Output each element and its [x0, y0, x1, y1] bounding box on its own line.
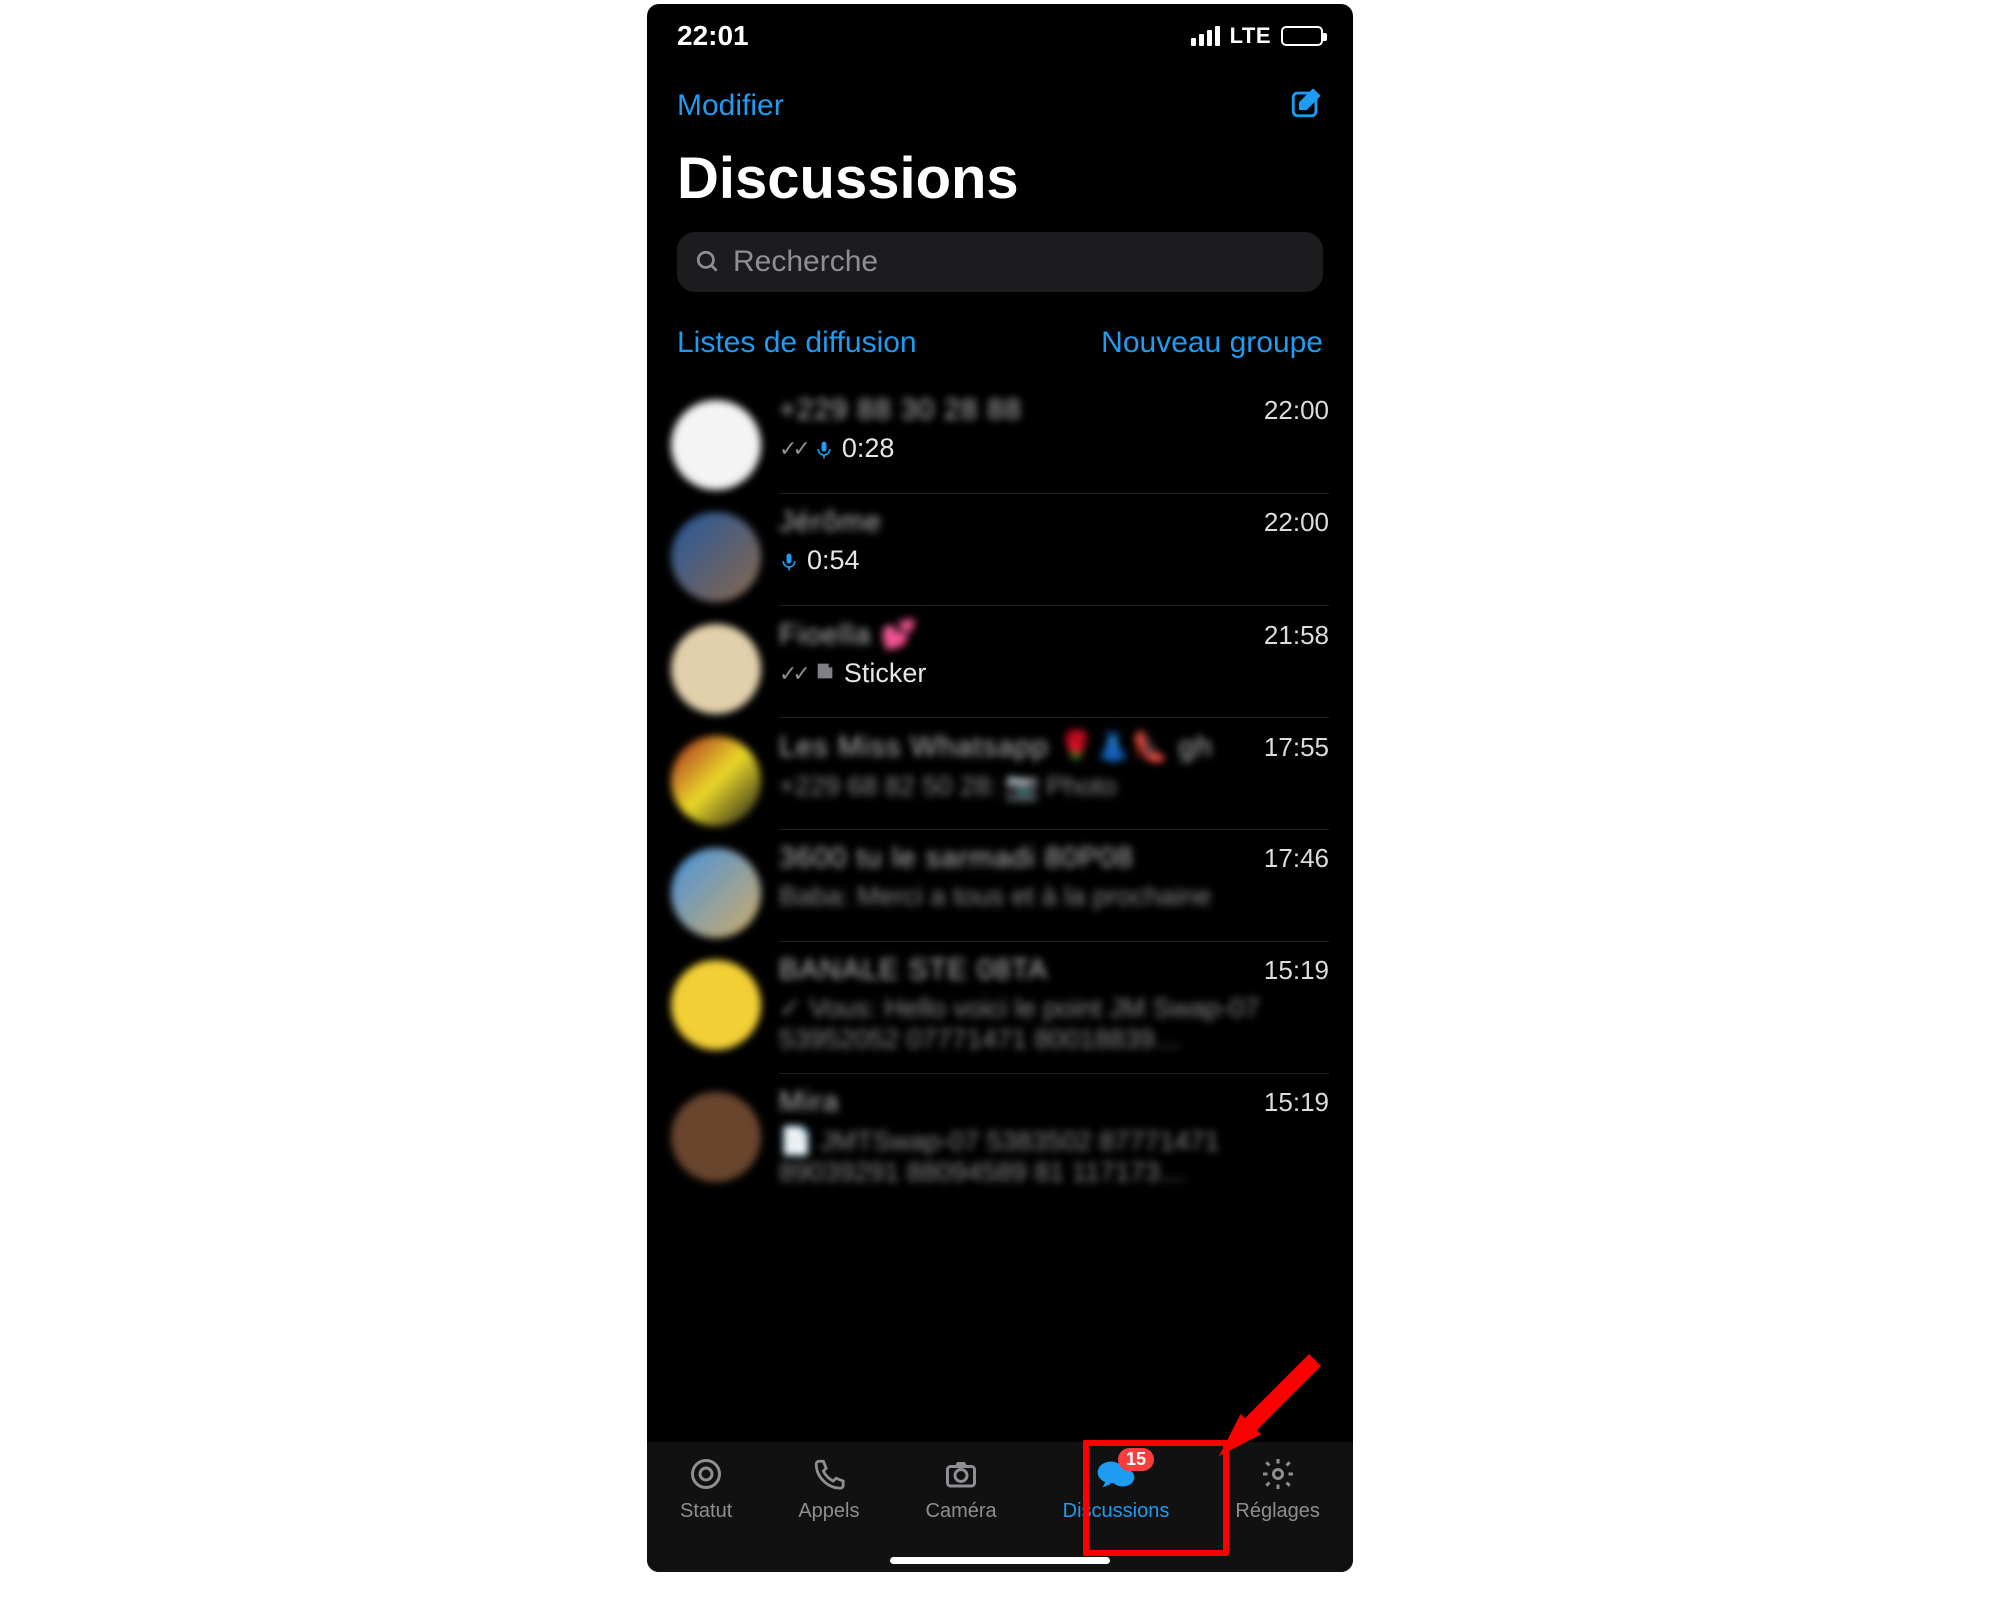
chat-row[interactable]: Mira 15:19 📄 JMTSwap-07 5383502 87771471…: [647, 1074, 1353, 1206]
camera-icon: [943, 1454, 979, 1494]
avatar: [671, 848, 761, 938]
edit-button[interactable]: Modifier: [677, 89, 784, 123]
search-placeholder: Recherche: [733, 245, 878, 279]
status-bar: 22:01 LTE: [647, 4, 1353, 68]
signal-icon: [1191, 26, 1220, 46]
microphone-icon: [779, 545, 799, 576]
chat-preview: Sticker: [844, 658, 927, 689]
nav-bar: Modifier: [647, 68, 1353, 131]
chat-row[interactable]: 3600 tu le sarmadi 80P08 17:46 Baba: Mer…: [647, 830, 1353, 942]
tab-label: Caméra: [926, 1500, 997, 1523]
phone-frame: 22:01 LTE Modifier Discussions Recherche…: [647, 4, 1353, 1572]
read-ticks-icon: ✓✓: [779, 436, 806, 462]
status-icon: [688, 1454, 724, 1494]
chat-row[interactable]: Jérôme 22:00 0:54: [647, 494, 1353, 606]
broadcast-lists-link[interactable]: Listes de diffusion: [677, 326, 917, 360]
search-icon: [695, 249, 721, 275]
chat-time: 17:55: [1264, 732, 1329, 763]
chat-name: Les Miss Whatsapp 🌹👗👠 gh: [779, 730, 1213, 764]
gear-icon: [1260, 1454, 1296, 1494]
chat-preview: Baba: Merci a tous et à la prochaine: [779, 881, 1211, 912]
network-label: LTE: [1230, 23, 1271, 49]
tab-label: Réglages: [1235, 1500, 1320, 1523]
phone-icon: [812, 1454, 846, 1494]
chat-time: 15:19: [1264, 955, 1329, 986]
chat-name: Jérôme: [779, 506, 882, 539]
chat-name: BANALE STE 08TA: [779, 954, 1048, 987]
chat-time: 22:00: [1264, 507, 1329, 538]
chat-name: 3600 tu le sarmadi 80P08: [779, 842, 1134, 875]
voice-duration: 0:28: [842, 433, 895, 464]
avatar: [671, 624, 761, 714]
avatar: [671, 512, 761, 602]
tab-calls[interactable]: Appels: [798, 1454, 859, 1523]
read-ticks-icon: ✓✓: [779, 661, 806, 687]
tab-label: Appels: [798, 1500, 859, 1523]
new-group-link[interactable]: Nouveau groupe: [1101, 326, 1323, 360]
chat-list: +229 88 30 28 88 22:00 ✓✓ 0:28 Jérôme 22…: [647, 382, 1353, 1442]
avatar: [671, 960, 761, 1050]
avatar: [671, 400, 761, 490]
chat-time: 15:19: [1264, 1087, 1329, 1118]
chat-name: +229 88 30 28 88: [779, 394, 1022, 427]
clock: 22:01: [677, 20, 749, 52]
unread-badge: 15: [1118, 1448, 1154, 1471]
chat-time: 21:58: [1264, 620, 1329, 651]
chat-preview: +229 68 82 50 28: 📷 Photo: [779, 770, 1117, 802]
chat-row[interactable]: Fioella 💕 21:58 ✓✓ Sticker: [647, 606, 1353, 718]
sticker-icon: [814, 658, 836, 689]
chat-row[interactable]: +229 88 30 28 88 22:00 ✓✓ 0:28: [647, 382, 1353, 494]
search-input[interactable]: Recherche: [677, 232, 1323, 292]
tab-bar: Statut Appels Caméra 15 Discussions: [647, 1442, 1353, 1572]
chat-preview: ✓ Vous: Hello voici le point JM Swap-07 …: [779, 993, 1299, 1055]
battery-icon: [1281, 26, 1323, 46]
chat-bubbles-icon: 15: [1096, 1454, 1136, 1494]
chat-time: 17:46: [1264, 843, 1329, 874]
microphone-icon: [814, 433, 834, 464]
tab-label: Discussions: [1063, 1500, 1170, 1523]
tab-settings[interactable]: Réglages: [1235, 1454, 1320, 1523]
chat-name: Fioella 💕: [779, 618, 918, 652]
compose-icon[interactable]: [1289, 86, 1323, 125]
chat-time: 22:00: [1264, 395, 1329, 426]
tab-label: Statut: [680, 1500, 732, 1523]
page-title: Discussions: [647, 131, 1353, 232]
chat-row[interactable]: BANALE STE 08TA 15:19 ✓ Vous: Hello voic…: [647, 942, 1353, 1074]
avatar: [671, 1092, 761, 1182]
chat-name: Mira: [779, 1086, 839, 1119]
chat-row[interactable]: Les Miss Whatsapp 🌹👗👠 gh 17:55 +229 68 8…: [647, 718, 1353, 830]
tab-camera[interactable]: Caméra: [926, 1454, 997, 1523]
tab-status[interactable]: Statut: [680, 1454, 732, 1523]
tab-discussions[interactable]: 15 Discussions: [1063, 1454, 1170, 1523]
chat-preview: 📄 JMTSwap-07 5383502 87771471 89039291 8…: [779, 1125, 1299, 1188]
voice-duration: 0:54: [807, 545, 860, 576]
avatar: [671, 736, 761, 826]
home-indicator: [890, 1557, 1110, 1564]
